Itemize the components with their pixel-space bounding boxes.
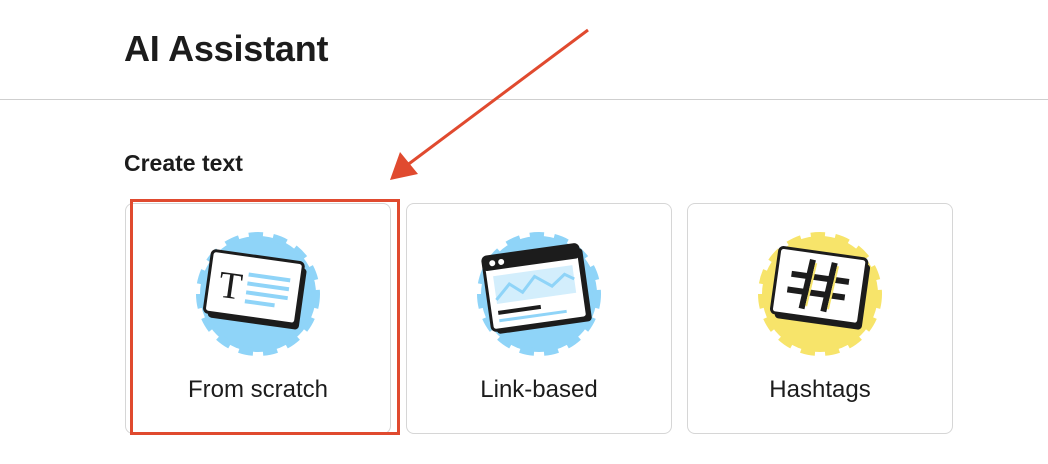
annotation-arrow-icon (390, 28, 589, 180)
card-label-from-scratch: From scratch (187, 376, 328, 403)
section-title-create-text: Create text (124, 150, 243, 176)
card-hashtags[interactable]: Hashtags (687, 203, 953, 434)
text-document-icon: T (196, 232, 320, 356)
card-from-scratch[interactable]: T From scratch (125, 203, 391, 434)
card-label-hashtags: Hashtags (769, 376, 871, 403)
card-link-based[interactable]: Link-based (406, 203, 672, 434)
browser-window-icon (477, 232, 601, 356)
ai-assistant-page: AI Assistant Create text T From scratch (0, 0, 1048, 464)
header-divider (0, 99, 1048, 100)
card-label-link-based: Link-based (480, 376, 598, 403)
hashtag-icon (758, 232, 882, 356)
page-title: AI Assistant (124, 28, 329, 69)
